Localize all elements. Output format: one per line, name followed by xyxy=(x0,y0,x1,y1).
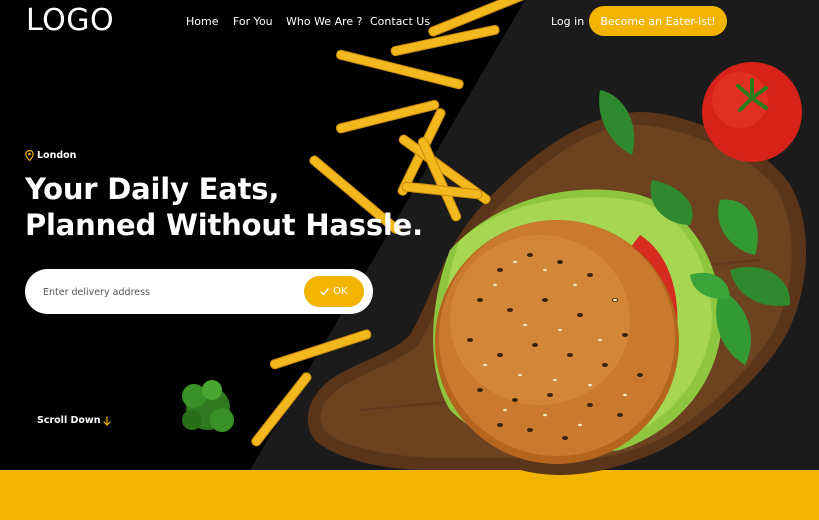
arrow-down-icon xyxy=(103,415,112,426)
scroll-down[interactable]: Scroll Down xyxy=(37,415,112,426)
nav-contact-us[interactable]: Contact Us xyxy=(370,15,430,28)
scroll-down-label: Scroll Down xyxy=(37,415,101,426)
location-label: London xyxy=(37,150,77,161)
delivery-address-input[interactable] xyxy=(41,281,295,303)
location: London xyxy=(25,150,76,161)
ok-label: OK xyxy=(333,286,348,297)
logo[interactable]: LOGO xyxy=(26,3,114,38)
check-icon xyxy=(320,287,329,296)
map-pin-icon xyxy=(25,150,34,161)
landing-page: LOGO Home For You Who We Are ? Contact U… xyxy=(0,0,819,520)
nav-who-we-are[interactable]: Who We Are ? xyxy=(286,15,362,28)
tomato xyxy=(702,62,802,162)
headline-line-2: Planned Without Hassle. xyxy=(25,208,423,242)
ok-button[interactable]: OK xyxy=(304,276,364,307)
login-link[interactable]: Log in xyxy=(551,15,584,28)
burger-bun xyxy=(435,220,679,464)
nav-for-you[interactable]: For You xyxy=(233,15,273,28)
herb-sprig xyxy=(182,380,234,432)
address-search: OK xyxy=(25,269,373,314)
burger-illustration xyxy=(182,0,807,475)
headline-line-1: Your Daily Eats, xyxy=(25,172,280,206)
become-eater-button[interactable]: Become an Eater-ist! xyxy=(589,6,727,36)
hero-headline: Your Daily Eats, Planned Without Hassle. xyxy=(25,171,423,243)
nav-home[interactable]: Home xyxy=(186,15,218,28)
